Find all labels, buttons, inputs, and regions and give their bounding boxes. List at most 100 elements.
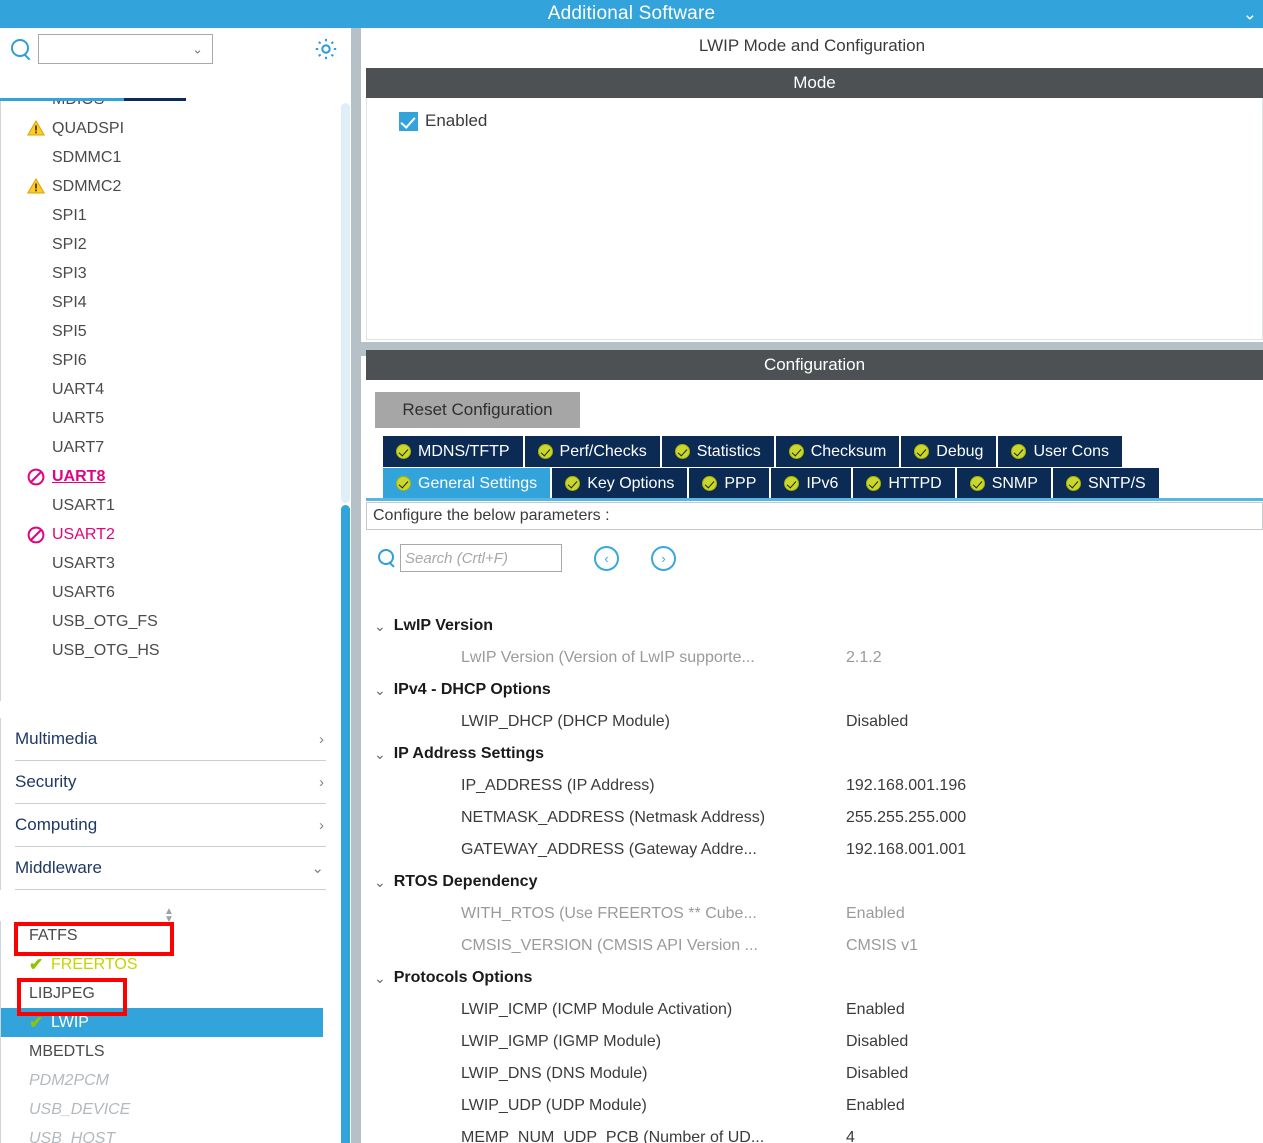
chevron-right-icon[interactable]: › bbox=[319, 731, 324, 748]
spacer-icon bbox=[27, 323, 47, 341]
left-scrollbar-thumb[interactable] bbox=[341, 505, 350, 1143]
config-tab-statistics[interactable]: Statistics bbox=[661, 436, 774, 467]
config-tab-label: HTTPD bbox=[888, 474, 942, 492]
config-tab-general-settings[interactable]: General Settings bbox=[383, 468, 551, 499]
peripheral-item-label: SPI1 bbox=[52, 206, 87, 224]
mode-enabled-row[interactable]: Enabled bbox=[399, 111, 487, 131]
param-group-label: IP Address Settings bbox=[393, 745, 544, 762]
peripheral-item-usart2[interactable]: USART2 bbox=[1, 520, 340, 549]
peripheral-item-usb_otg_fs[interactable]: USB_OTG_FS bbox=[1, 607, 340, 636]
peripheral-item-usart3[interactable]: USART3 bbox=[1, 549, 340, 578]
chevron-down-icon[interactable]: ⌄ bbox=[374, 746, 386, 763]
chevron-down-icon[interactable]: ⌄ bbox=[374, 970, 386, 987]
param-row[interactable]: NETMASK_ADDRESS (Netmask Address) 255.255… bbox=[366, 802, 1263, 834]
param-name: LWIP_ICMP (ICMP Module Activation) bbox=[461, 1001, 733, 1018]
config-tab-debug[interactable]: Debug bbox=[901, 436, 997, 467]
reset-configuration-button[interactable]: Reset Configuration bbox=[375, 392, 580, 428]
param-group-rtos-dependency[interactable]: ⌄ RTOS Dependency bbox=[366, 866, 1263, 898]
chevron-down-icon[interactable]: ⌄ bbox=[374, 618, 386, 635]
param-row[interactable]: LWIP_DHCP (DHCP Module) Disabled bbox=[366, 706, 1263, 738]
spacer-icon bbox=[27, 555, 47, 573]
chevron-down-icon[interactable]: ⌄ bbox=[374, 874, 386, 891]
peripheral-item-spi4[interactable]: SPI4 bbox=[1, 288, 340, 317]
config-tab-ppp[interactable]: PPP bbox=[689, 468, 770, 499]
param-name: MEMP_NUM_UDP_PCB (Number of UD... bbox=[461, 1129, 765, 1143]
config-tab-sntp-s[interactable]: SNTP/S bbox=[1052, 468, 1159, 499]
search-prev-button[interactable]: ‹ bbox=[594, 545, 619, 571]
peripheral-item-uart5[interactable]: UART5 bbox=[1, 404, 340, 433]
param-group-protocols-options[interactable]: ⌄ Protocols Options bbox=[366, 962, 1263, 994]
param-row[interactable]: LWIP_IGMP (IGMP Module) Disabled bbox=[366, 1026, 1263, 1058]
middleware-item-label: FATFS bbox=[29, 926, 78, 944]
param-group-ip-address-settings[interactable]: ⌄ IP Address Settings bbox=[366, 738, 1263, 770]
peripheral-item-uart4[interactable]: UART4 bbox=[1, 375, 340, 404]
peripheral-item-uart8[interactable]: UART8 bbox=[1, 462, 340, 491]
middleware-item-fatfs[interactable]: FATFS bbox=[1, 921, 340, 950]
category-row-security[interactable]: Security › bbox=[15, 761, 326, 804]
param-row[interactable]: MEMP_NUM_UDP_PCB (Number of UD... 4 bbox=[366, 1122, 1263, 1143]
peripheral-item-spi1[interactable]: SPI1 bbox=[1, 201, 340, 230]
peripheral-item-mdios[interactable]: MDIOS bbox=[1, 101, 340, 114]
param-group-ipv4-dhcp-options[interactable]: ⌄ IPv4 - DHCP Options bbox=[366, 674, 1263, 706]
peripheral-item-label: USART1 bbox=[52, 496, 115, 514]
search-next-button[interactable]: › bbox=[651, 545, 676, 571]
category-row-middleware[interactable]: Middleware ⌄ bbox=[15, 847, 326, 890]
check-circle-icon bbox=[914, 444, 930, 459]
config-tab-key-options[interactable]: Key Options bbox=[552, 468, 688, 499]
param-row[interactable]: LWIP_ICMP (ICMP Module Activation) Enable… bbox=[366, 994, 1263, 1026]
parameter-search-box[interactable] bbox=[400, 544, 562, 572]
category-row-computing[interactable]: Computing › bbox=[15, 804, 326, 847]
middleware-item-usb_device: USB_DEVICE bbox=[1, 1095, 340, 1124]
spacer-icon bbox=[27, 410, 47, 428]
param-row[interactable]: LWIP_UDP (UDP Module) Enabled bbox=[366, 1090, 1263, 1122]
param-row[interactable]: GATEWAY_ADDRESS (Gateway Addre... 192.168… bbox=[366, 834, 1263, 866]
peripheral-item-label: SPI4 bbox=[52, 293, 87, 311]
middleware-item-mbedtls[interactable]: MBEDTLS bbox=[1, 1037, 340, 1066]
peripheral-item-sdmmc2[interactable]: SDMMC2 bbox=[1, 172, 340, 201]
peripheral-item-usart1[interactable]: USART1 bbox=[1, 491, 340, 520]
panel-divider[interactable] bbox=[351, 28, 361, 1143]
peripheral-item-spi3[interactable]: SPI3 bbox=[1, 259, 340, 288]
forbidden-icon bbox=[27, 526, 47, 544]
config-tab-ipv6[interactable]: IPv6 bbox=[771, 468, 852, 499]
config-tab-perf-checks[interactable]: Perf/Checks bbox=[524, 436, 660, 467]
peripheral-item-quadspi[interactable]: QUADSPI bbox=[1, 114, 340, 143]
left-scrollbar-track-upper[interactable] bbox=[341, 103, 350, 503]
config-tab-user-cons[interactable]: User Cons bbox=[998, 436, 1123, 467]
peripheral-search-combo[interactable]: ⌄ bbox=[38, 34, 213, 64]
middleware-item-freertos[interactable]: ✔ FREERTOS bbox=[1, 950, 340, 979]
peripheral-search-input[interactable] bbox=[43, 36, 188, 62]
peripheral-item-spi2[interactable]: SPI2 bbox=[1, 230, 340, 259]
configuration-section-header: Configuration bbox=[366, 350, 1263, 380]
peripheral-item-usart6[interactable]: USART6 bbox=[1, 578, 340, 607]
enabled-checkbox[interactable] bbox=[399, 111, 418, 131]
param-group-lwip-version[interactable]: ⌄ LwIP Version bbox=[366, 610, 1263, 642]
peripheral-item-uart7[interactable]: UART7 bbox=[1, 433, 340, 462]
peripheral-item-usb_otg_hs[interactable]: USB_OTG_HS bbox=[1, 636, 340, 665]
peripheral-item-spi6[interactable]: SPI6 bbox=[1, 346, 340, 375]
peripheral-item-label: SPI2 bbox=[52, 235, 87, 253]
chevron-down-icon[interactable]: ⌄ bbox=[1243, 6, 1257, 23]
middleware-item-libjpeg[interactable]: LIBJPEG bbox=[1, 979, 340, 1008]
param-row[interactable]: IP_ADDRESS (IP Address) 192.168.001.196 bbox=[366, 770, 1263, 802]
parameter-search-input[interactable] bbox=[401, 545, 561, 571]
chevron-down-icon[interactable]: ⌄ bbox=[374, 682, 386, 699]
chevron-right-icon[interactable]: › bbox=[319, 774, 324, 791]
category-row-multimedia[interactable]: Multimedia › bbox=[15, 718, 326, 761]
peripheral-item-sdmmc1[interactable]: SDMMC1 bbox=[1, 143, 340, 172]
config-tab-checksum[interactable]: Checksum bbox=[775, 436, 900, 467]
gear-icon[interactable] bbox=[313, 36, 339, 62]
config-tab-mdns-tftp[interactable]: MDNS/TFTP bbox=[383, 436, 523, 467]
forbidden-icon bbox=[27, 468, 47, 486]
param-row[interactable]: LWIP_DNS (DNS Module) Disabled bbox=[366, 1058, 1263, 1090]
config-tab-label: General Settings bbox=[418, 474, 538, 492]
config-tab-httpd[interactable]: HTTPD bbox=[853, 468, 955, 499]
config-tab-snmp[interactable]: SNMP bbox=[956, 468, 1051, 499]
param-value: Enabled bbox=[846, 1001, 905, 1018]
chevron-down-icon[interactable]: ⌄ bbox=[192, 43, 203, 56]
middleware-item-lwip[interactable]: ✔ LWIP bbox=[1, 1008, 323, 1037]
parameter-search-row: ‹ › bbox=[375, 540, 875, 576]
peripheral-item-spi5[interactable]: SPI5 bbox=[1, 317, 340, 346]
chevron-down-icon[interactable]: ⌄ bbox=[311, 859, 324, 877]
chevron-right-icon[interactable]: › bbox=[319, 817, 324, 834]
